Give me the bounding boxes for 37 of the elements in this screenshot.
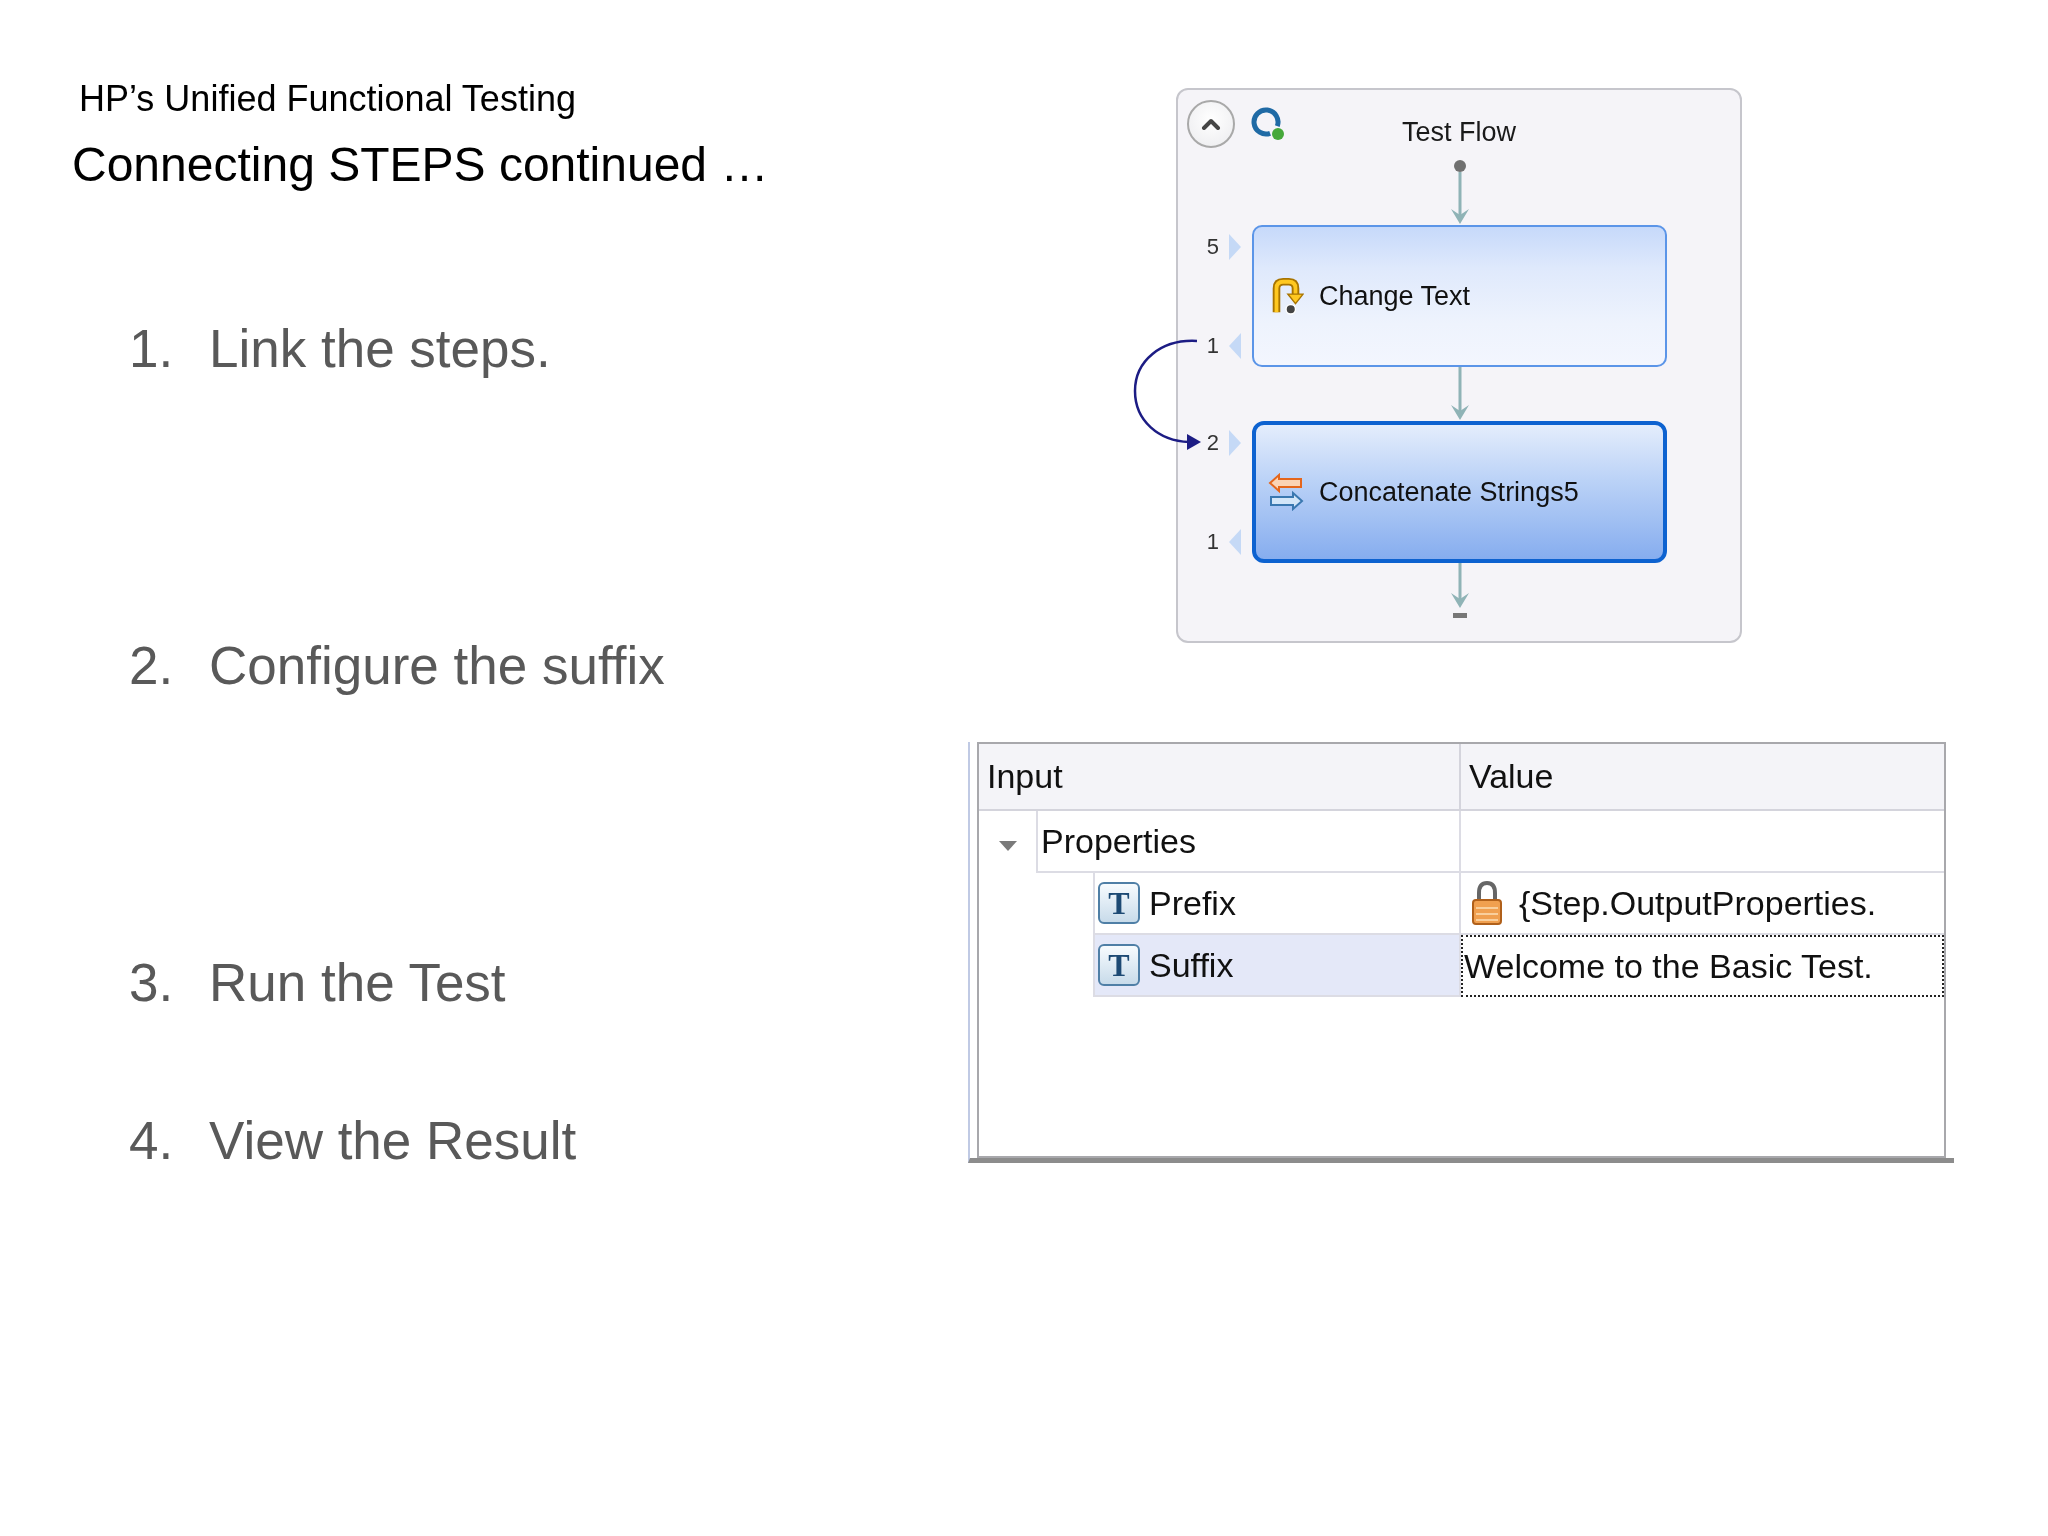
collapse-button[interactable]: [1187, 100, 1235, 148]
step-label: Concatenate Strings5: [1319, 476, 1579, 508]
refresh-icon[interactable]: [1250, 106, 1286, 142]
port-count: 2: [1205, 430, 1219, 456]
property-name: Prefix: [1149, 883, 1236, 923]
flow-step[interactable]: Change Text: [1252, 225, 1667, 367]
chevron-up-icon: [1201, 118, 1221, 130]
port-count: 1: [1205, 529, 1219, 555]
property-name: Suffix: [1149, 945, 1234, 985]
step-text: Configure the suffix: [209, 635, 665, 697]
step-number: 1.: [129, 318, 175, 380]
step-text: View the Result: [209, 1110, 577, 1172]
port-arrow-icon: [1229, 430, 1241, 456]
text-type-icon: T: [1098, 882, 1140, 924]
port-arrow-icon: [1229, 234, 1241, 260]
property-name: Properties: [1041, 821, 1196, 861]
text-type-icon: T: [1098, 944, 1140, 986]
step-label: Change Text: [1319, 280, 1471, 312]
flow-step[interactable]: Concatenate Strings5: [1252, 421, 1667, 563]
step-text: Run the Test: [209, 952, 506, 1014]
slide-title: Connecting STEPS continued …: [72, 137, 769, 193]
caret-icon[interactable]: [998, 841, 1017, 851]
step-number: 4.: [129, 1110, 175, 1172]
column-header: Input: [979, 744, 1461, 809]
step-text: Link the steps.: [209, 318, 551, 380]
port-count: 1: [1205, 333, 1219, 359]
property-value: Welcome to the Basic Test.: [1464, 946, 1873, 986]
port-arrow-icon: [1229, 529, 1241, 555]
flow-title: Test Flow: [1402, 117, 1516, 147]
swap-arrows-icon: [1268, 473, 1304, 511]
column-header: Value: [1468, 756, 1555, 797]
step-number: 3.: [129, 952, 175, 1014]
step-number: 2.: [129, 635, 175, 697]
slide-subtitle: HP’s Unified Functional Testing: [79, 78, 576, 120]
port-count: 5: [1205, 234, 1219, 260]
property-value: {Step.OutputProperties.: [1519, 883, 1877, 923]
port-arrow-icon: [1229, 333, 1241, 359]
